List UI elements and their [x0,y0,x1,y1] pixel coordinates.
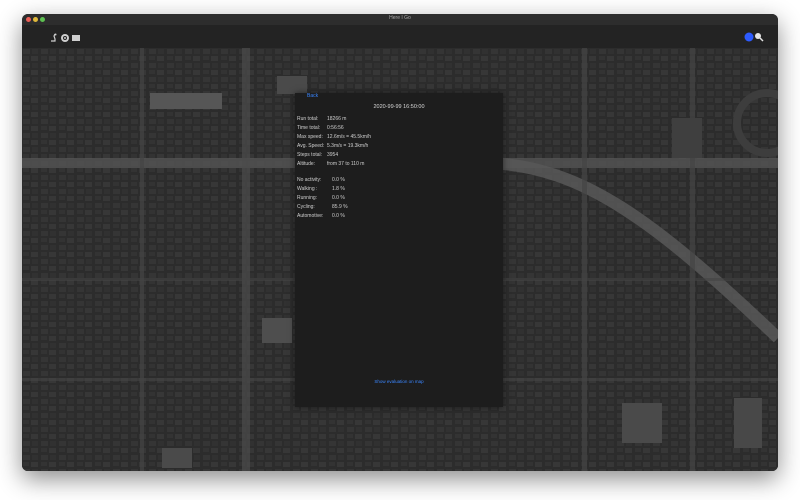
stat-label: Steps total: [297,152,323,158]
activity-label: Running: [297,195,318,201]
window-title: Here I Go [389,15,411,21]
activity-label: No activity: [297,177,322,183]
stat-value: 12.6m/s = 45.5km/h [327,134,372,140]
stat-value: 18266 m [327,116,347,122]
title-bar: Here I Go [22,14,778,25]
stat-value: from 37 to 110 m [327,161,365,167]
stat-label: Max speed: [297,134,323,140]
activity-label: Walking : [297,186,318,192]
activity-value: 0.0 % [332,213,345,219]
target-icon[interactable] [60,30,70,48]
activity-value: 85.9 % [332,204,348,210]
activity-label: Automotive: [297,213,324,219]
panel-title: 2020-99-99 16:50:00 [373,104,425,110]
show-on-map-link[interactable]: Show evaluation on map [295,379,503,384]
stat-label: Run total: [297,116,319,122]
activity-label: Cycling: [297,204,315,210]
activity-value: 0.0 % [332,177,345,183]
walker-icon[interactable] [49,30,59,48]
search-icon[interactable] [754,29,764,47]
stat-label: Avg. Speed: [297,143,325,149]
app-window: Here I Go Back 2020-99-99 16:50:00 Run t… [22,14,778,471]
stat-label: Altitude: [297,161,316,167]
toolbar [22,25,778,49]
stat-value: 0:56:56 [327,125,344,131]
evaluation-panel: Back 2020-99-99 16:50:00 Run total: 1826… [295,93,503,407]
back-button[interactable]: Back [307,93,318,99]
stat-label: Time total: [297,125,321,131]
location-dot-icon[interactable] [744,29,754,47]
activity-value: 0.0 % [332,195,345,201]
stat-value: 3954 [327,152,339,158]
stat-value: 5.3m/s = 19.3km/h [327,143,369,149]
map-icon[interactable] [71,30,81,48]
activity-value: 1.8 % [332,186,345,192]
